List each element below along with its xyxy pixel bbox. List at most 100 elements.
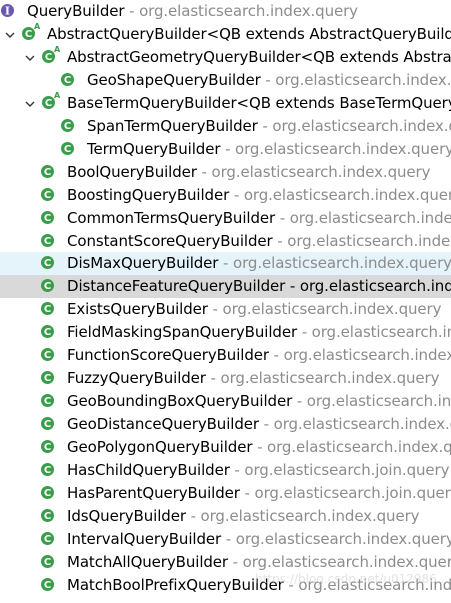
svg-text:C: C (45, 98, 52, 109)
type-name: BoolQueryBuilder (67, 162, 197, 181)
svg-text:C: C (44, 327, 51, 338)
package-name: - org.elasticsearch.index.query (185, 506, 420, 525)
tree-item[interactable]: C FieldMaskingSpanQueryBuilder - org.elas… (0, 321, 451, 344)
svg-text:C: C (44, 419, 51, 430)
tree-item[interactable]: C ConstantScoreQueryBuilder - org.elastic… (0, 230, 451, 253)
class-icon: C (40, 393, 55, 408)
tree-item[interactable]: C A AbstractQueryBuilder<QB extends Abstra… (0, 23, 451, 46)
tree-item-label: GeoShapeQueryBuilder - org.elasticsearch… (87, 70, 451, 91)
tree-item[interactable]: C HasParentQueryBuilder - org.elasticsear… (0, 482, 451, 505)
type-name: MatchAllQueryBuilder (67, 552, 229, 571)
tree-item[interactable]: C ExistsQueryBuilder - org.elasticsearch.… (0, 298, 451, 321)
class-icon: C (40, 416, 55, 431)
class-icon: C (40, 508, 55, 523)
chevron-down-icon[interactable] (4, 27, 16, 39)
tree-item[interactable]: C GeoPolygonQueryBuilder - org.elasticsea… (0, 436, 451, 459)
tree-item-label: CommonTermsQueryBuilder - org.elasticsea… (67, 208, 451, 229)
type-name: HasChildQueryBuilder (67, 461, 230, 479)
type-name: SpanTermQueryBuilder (87, 116, 258, 135)
abstract-class-icon: CA (21, 23, 40, 41)
chevron-down-icon[interactable] (24, 96, 36, 108)
type-name: GeoDistanceQueryBuilder (67, 415, 259, 434)
type-name: AbstractGeometryQueryBuilder<QB extends … (67, 47, 451, 66)
abstract-class-icon: CA (41, 92, 60, 110)
tree-item[interactable]: C A BaseTermQueryBuilder<QB extends BaseTe… (0, 92, 451, 115)
type-name: BaseTermQueryBuilder<QB extends BaseTerm… (67, 93, 451, 112)
tree-item-label: ConstantScoreQueryBuilder - org.elastics… (67, 231, 451, 252)
tree-item-label: GeoPolygonQueryBuilder - org.elasticsear… (67, 437, 451, 458)
type-name: FunctionScoreQueryBuilder (67, 346, 269, 365)
tree-item-label: SpanTermQueryBuilder - org.elasticsearch… (87, 116, 451, 137)
class-icon: C (60, 141, 75, 156)
tree-item[interactable]: C GeoShapeQueryBuilder - org.elasticsearc… (0, 69, 451, 92)
tree-item[interactable]: C TermQueryBuilder - org.elasticsearch.in… (0, 138, 451, 161)
tree-item[interactable]: C CommonTermsQueryBuilder - org.elasticse… (0, 207, 451, 230)
tree-item[interactable]: C IntervalQueryBuilder - org.elasticsearc… (0, 528, 451, 551)
tree-item[interactable]: C DisMaxQueryBuilder - org.elasticsearch.… (0, 252, 451, 276)
tree-item[interactable]: C HasChildQueryBuilder - org.elasticsearc… (0, 459, 451, 482)
tree-item-label: QueryBuilder - org.elasticsearch.index.q… (27, 1, 358, 22)
svg-text:C: C (44, 236, 51, 247)
watermark: https://blog.csdn.net/u012986... (255, 572, 449, 586)
tree-item[interactable]: C A AbstractGeometryQueryBuilder<QB extend… (0, 46, 451, 69)
type-name: MatchBoolPrefixQueryBuilder (67, 575, 284, 594)
tree-item-label: FuzzyQueryBuilder - org.elasticsearch.in… (67, 368, 440, 389)
class-icon: C (40, 485, 55, 500)
type-name: GeoBoundingBoxQueryBuilder (67, 392, 293, 411)
package-name: - org.elasticsearch.index.query (257, 438, 451, 457)
type-name: ExistsQueryBuilder (67, 300, 208, 319)
tree-item[interactable]: C BoolQueryBuilder - org.elasticsearch.in… (0, 161, 451, 184)
svg-text:C: C (44, 190, 51, 201)
package-name: - org.elasticsearch.index.query (273, 346, 451, 365)
abstract-marker-icon: A (34, 22, 41, 31)
package-name: - org.elasticsearch.index.query (205, 369, 440, 388)
tree-item-label: TermQueryBuilder - org.elasticsearch.ind… (87, 139, 451, 160)
tree-item[interactable]: C FunctionScoreQueryBuilder - org.elastic… (0, 344, 451, 367)
type-name: GeoShapeQueryBuilder (87, 70, 261, 89)
package-name: - org.elasticsearch.index.query (228, 552, 451, 571)
package-name: - org.elasticsearch.index.query (265, 70, 451, 89)
class-icon: C (40, 164, 55, 179)
class-icon: C (40, 187, 55, 202)
package-name: - org.elasticsearch.index.query (196, 162, 431, 181)
tree-item[interactable]: I QueryBuilder - org.elasticsearch.index.… (0, 0, 451, 23)
package-name: - org.elasticsearch.index.query (207, 300, 442, 319)
tree-item-label: MatchAllQueryBuilder - org.elasticsearch… (67, 552, 451, 573)
tree-item[interactable]: C IdsQueryBuilder - org.elasticsearch.ind… (0, 505, 451, 528)
tree-item[interactable]: C GeoBoundingBoxQueryBuilder - org.elasti… (0, 390, 451, 413)
package-name: - org.elasticsearch.index.query (263, 415, 451, 434)
chevron-down-icon[interactable] (24, 50, 36, 62)
class-icon: C (40, 554, 55, 569)
tree-item-label: BoostingQueryBuilder - org.elasticsearch… (67, 185, 451, 206)
tree-item[interactable]: C MatchAllQueryBuilder - org.elasticsearc… (0, 551, 451, 574)
package-name: - org.elasticsearch.join.query (229, 461, 450, 479)
tree-item[interactable]: C BoostingQueryBuilder - org.elasticsearc… (0, 184, 451, 207)
svg-text:C: C (44, 396, 51, 407)
class-icon: C (60, 72, 75, 87)
svg-text:C: C (44, 350, 51, 361)
svg-text:C: C (25, 29, 32, 40)
tree-item[interactable]: C GeoDistanceQueryBuilder - org.elasticse… (0, 413, 451, 436)
svg-text:C: C (44, 580, 51, 591)
package-name: - org.elasticsearch.index.query (301, 323, 451, 342)
type-name: IdsQueryBuilder (67, 506, 186, 525)
svg-text:C: C (44, 167, 51, 178)
class-icon: C (40, 210, 55, 225)
tree-item[interactable]: C DistanceFeatureQueryBuilder - org.elast… (0, 275, 451, 299)
svg-text:C: C (44, 305, 51, 316)
class-icon: C (40, 370, 55, 385)
tree-item[interactable]: C SpanTermQueryBuilder - org.elasticsearc… (0, 115, 451, 138)
svg-text:C: C (44, 534, 51, 545)
svg-text:C: C (44, 259, 51, 270)
svg-text:C: C (44, 442, 51, 453)
tree-item-label: FunctionScoreQueryBuilder - org.elastics… (67, 345, 451, 366)
type-name: FuzzyQueryBuilder (67, 369, 206, 388)
svg-text:C: C (44, 465, 51, 476)
tree-item[interactable]: C FuzzyQueryBuilder - org.elasticsearch.i… (0, 367, 451, 390)
tree-item-label: GeoDistanceQueryBuilder - org.elasticsea… (67, 414, 451, 435)
type-name: DisMaxQueryBuilder (67, 254, 219, 273)
abstract-class-icon: CA (41, 46, 60, 64)
class-icon: C (40, 255, 55, 270)
tree-item-label: IdsQueryBuilder - org.elasticsearch.inde… (67, 506, 420, 527)
package-name: - org.elasticsearch.index.query (218, 254, 451, 273)
